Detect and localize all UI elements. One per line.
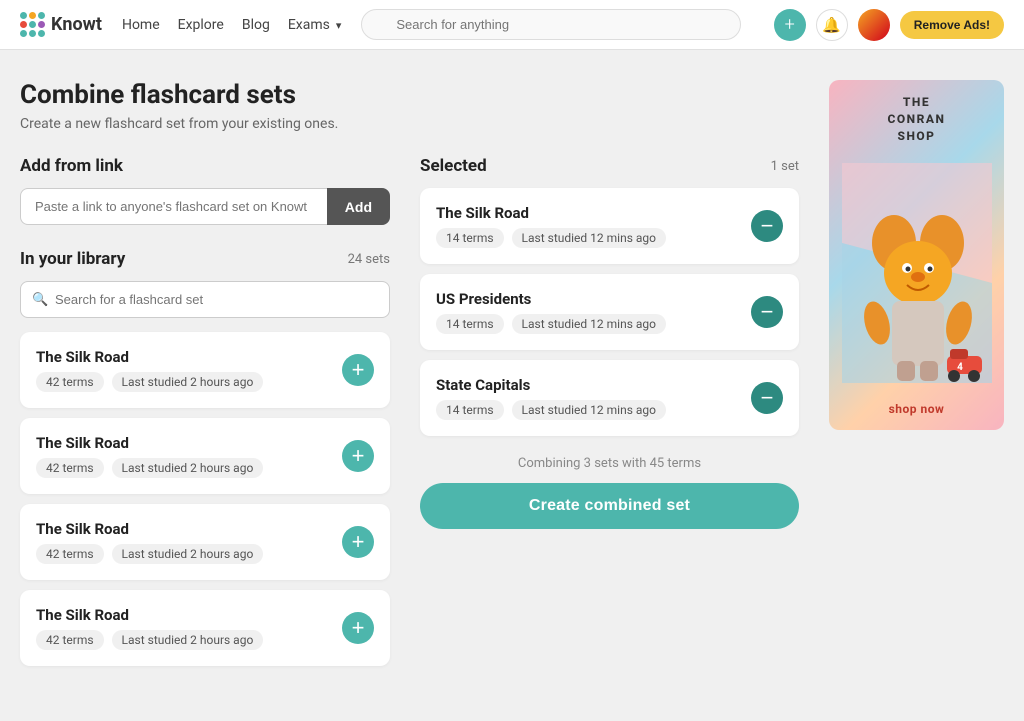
list-item: The Silk Road 42 terms Last studied 2 ho…: [20, 332, 390, 408]
library-search-wrap: 🔍: [20, 281, 390, 318]
add-from-link-section: Add from link Add: [20, 156, 390, 225]
ad-title: THE CONRAN SHOP: [888, 94, 946, 144]
remove-from-selected-button[interactable]: −: [751, 382, 783, 414]
list-item: The Silk Road 42 terms Last studied 2 ho…: [20, 590, 390, 666]
card-tags: 42 terms Last studied 2 hours ago: [36, 458, 263, 478]
create-combined-set-button[interactable]: Create combined set: [420, 483, 799, 529]
last-studied-tag: Last studied 2 hours ago: [112, 630, 264, 650]
logo-text: Knowt: [51, 14, 102, 35]
two-col-layout: Add from link Add In your library 24 set…: [20, 156, 799, 676]
terms-tag: 14 terms: [436, 314, 504, 334]
sidebar-ad: THE CONRAN SHOP: [829, 80, 1004, 676]
card-tags: 14 terms Last studied 12 mins ago: [436, 228, 666, 248]
page-layout: Combine flashcard sets Create a new flas…: [0, 50, 1024, 706]
combine-info-text: Combining 3 sets with 45 terms: [420, 456, 799, 471]
remove-from-selected-button[interactable]: −: [751, 296, 783, 328]
library-card-name: The Silk Road: [36, 434, 263, 452]
card-tags: 42 terms Last studied 2 hours ago: [36, 630, 263, 650]
link-input-row: Add: [20, 188, 390, 225]
svg-text:4: 4: [957, 362, 963, 373]
terms-tag: 42 terms: [36, 630, 104, 650]
last-studied-tag: Last studied 2 hours ago: [112, 372, 264, 392]
remove-from-selected-button[interactable]: −: [751, 210, 783, 242]
page-subtitle: Create a new flashcard set from your exi…: [20, 116, 799, 132]
library-title: In your library: [20, 249, 125, 269]
add-link-button[interactable]: Add: [327, 188, 390, 225]
selected-card-name: State Capitals: [436, 376, 666, 394]
nav-links: Home Explore Blog Exams: [122, 17, 341, 33]
last-studied-tag: Last studied 12 mins ago: [512, 314, 666, 334]
add-to-selected-button[interactable]: +: [342, 354, 374, 386]
card-tags: 14 terms Last studied 12 mins ago: [436, 314, 666, 334]
nav-search-container: 🔍: [361, 9, 741, 40]
selected-set-count: 1 set: [771, 159, 799, 174]
add-to-selected-button[interactable]: +: [342, 440, 374, 472]
list-item: The Silk Road 42 terms Last studied 2 ho…: [20, 504, 390, 580]
ad-shop-now[interactable]: shop now: [889, 402, 945, 416]
last-studied-tag: Last studied 12 mins ago: [512, 400, 666, 420]
add-button[interactable]: +: [774, 9, 806, 41]
remove-ads-button[interactable]: Remove Ads!: [900, 11, 1004, 39]
library-card-name: The Silk Road: [36, 606, 263, 624]
terms-tag: 14 terms: [436, 400, 504, 420]
navbar: Knowt Home Explore Blog Exams 🔍 + 🔔 Remo…: [0, 0, 1024, 50]
page-title: Combine flashcard sets: [20, 80, 799, 110]
library-card-name: The Silk Road: [36, 348, 263, 366]
nav-right-actions: + 🔔 Remove Ads!: [774, 9, 1004, 41]
selected-section-header: Selected 1 set: [420, 156, 799, 176]
library-search-input[interactable]: [20, 281, 390, 318]
avatar[interactable]: [858, 9, 890, 41]
add-to-selected-button[interactable]: +: [342, 612, 374, 644]
nav-exams-label: Exams: [288, 17, 330, 33]
link-input[interactable]: [20, 188, 327, 225]
right-column: Selected 1 set The Silk Road 14 terms La…: [420, 156, 799, 676]
list-item: State Capitals 14 terms Last studied 12 …: [420, 360, 799, 436]
combine-footer: Combining 3 sets with 45 terms Create co…: [420, 456, 799, 529]
selected-card-name: The Silk Road: [436, 204, 666, 222]
ad-box: THE CONRAN SHOP: [829, 80, 1004, 430]
selected-title: Selected: [420, 156, 487, 176]
search-input[interactable]: [361, 9, 741, 40]
last-studied-tag: Last studied 2 hours ago: [112, 458, 264, 478]
add-from-link-title: Add from link: [20, 156, 390, 176]
main-content: Combine flashcard sets Create a new flas…: [20, 80, 799, 676]
nav-blog[interactable]: Blog: [242, 17, 270, 33]
terms-tag: 42 terms: [36, 372, 104, 392]
nav-exams-dropdown[interactable]: Exams: [288, 17, 342, 33]
nav-home[interactable]: Home: [122, 17, 160, 33]
terms-tag: 42 terms: [36, 544, 104, 564]
add-to-selected-button[interactable]: +: [342, 526, 374, 558]
nav-explore[interactable]: Explore: [178, 17, 224, 33]
card-tags: 14 terms Last studied 12 mins ago: [436, 400, 666, 420]
library-card-name: The Silk Road: [36, 520, 263, 538]
last-studied-tag: Last studied 2 hours ago: [112, 544, 264, 564]
left-column: Add from link Add In your library 24 set…: [20, 156, 390, 676]
logo-icon: [20, 12, 45, 37]
last-studied-tag: Last studied 12 mins ago: [512, 228, 666, 248]
terms-tag: 14 terms: [436, 228, 504, 248]
library-section-header: In your library 24 sets: [20, 249, 390, 269]
terms-tag: 42 terms: [36, 458, 104, 478]
chevron-down-icon: [334, 17, 342, 33]
card-tags: 42 terms Last studied 2 hours ago: [36, 372, 263, 392]
list-item: US Presidents 14 terms Last studied 12 m…: [420, 274, 799, 350]
list-item: The Silk Road 14 terms Last studied 12 m…: [420, 188, 799, 264]
library-search-icon: 🔍: [32, 292, 48, 307]
list-item: The Silk Road 42 terms Last studied 2 ho…: [20, 418, 390, 494]
ad-illustration: 4: [842, 163, 992, 383]
selected-card-name: US Presidents: [436, 290, 666, 308]
notification-bell-button[interactable]: 🔔: [816, 9, 848, 41]
logo[interactable]: Knowt: [20, 12, 102, 37]
library-set-count: 24 sets: [348, 252, 390, 267]
library-section: In your library 24 sets 🔍 The Silk Road …: [20, 249, 390, 666]
card-tags: 42 terms Last studied 2 hours ago: [36, 544, 263, 564]
